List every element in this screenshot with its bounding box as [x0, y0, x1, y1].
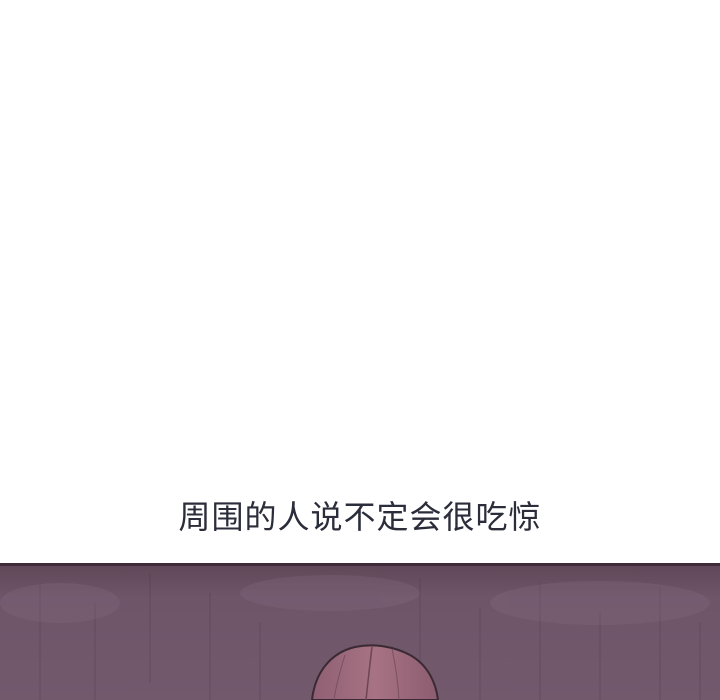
comic-panel-illustration: [0, 563, 720, 700]
comic-panel-blank-top: [0, 0, 720, 563]
panel-border-line: [0, 563, 720, 566]
illustration-svg: [0, 563, 720, 700]
caption-text: 周围的人说不定会很吃惊: [178, 498, 542, 536]
